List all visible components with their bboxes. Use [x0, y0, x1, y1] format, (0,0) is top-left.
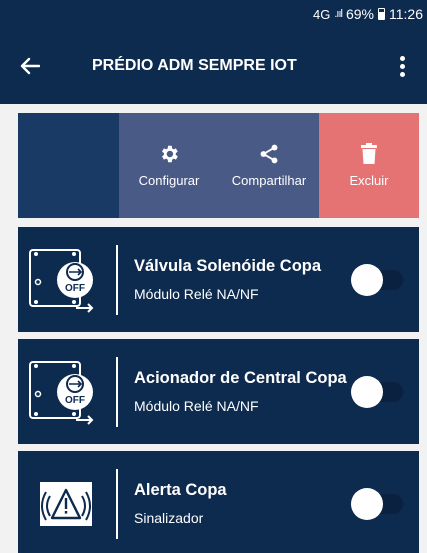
dot-icon [399, 71, 405, 77]
svg-text:OFF: OFF [65, 283, 85, 294]
device-type: Módulo Relé NA/NF [134, 398, 259, 414]
dot-icon [399, 63, 405, 69]
device-type: Módulo Relé NA/NF [134, 286, 259, 302]
toggle-knob [351, 375, 383, 408]
device-card[interactable]: Alerta Copa Sinalizador [18, 451, 419, 553]
device-card[interactable]: OFF Válvula Solenóide Copa Módulo Relé N… [18, 227, 419, 332]
toggle-knob [351, 263, 383, 296]
configure-label: Configurar [138, 173, 200, 188]
page-title: PRÉDIO ADM SEMPRE IOT [92, 57, 297, 74]
dot-icon [399, 55, 405, 61]
swipe-action-row: Configurar Compartilhar Excluir [18, 113, 419, 218]
share-icon [260, 144, 278, 164]
svg-text:OFF: OFF [65, 395, 85, 406]
gear-icon [162, 145, 178, 163]
configure-button[interactable]: Configurar [119, 113, 219, 218]
alarm-signal-icon [18, 459, 114, 549]
network-type: 4G [313, 6, 331, 22]
battery-percent: 69% [345, 6, 374, 22]
card-remainder [18, 113, 119, 218]
relay-module-icon: OFF [18, 347, 114, 437]
trash-icon [361, 143, 377, 164]
relay-module-icon: OFF [18, 235, 114, 325]
delete-button[interactable]: Excluir [319, 113, 419, 218]
arrow-left-icon [20, 57, 40, 75]
clock: 11:26 [389, 6, 423, 22]
device-name: Alerta Copa [134, 481, 227, 499]
delete-label: Excluir [349, 173, 389, 188]
device-name: Acionador de Central Copa [134, 369, 347, 387]
share-label: Compartilhar [231, 173, 307, 188]
battery-icon [378, 8, 385, 20]
device-name: Válvula Solenóide Copa [134, 257, 322, 275]
device-toggle[interactable] [351, 260, 407, 300]
status-bar: 4G .ııl 69% 11:26 [0, 0, 427, 28]
signal-icon: .ııl [334, 8, 343, 20]
share-button[interactable]: Compartilhar [219, 113, 319, 218]
device-toggle[interactable] [351, 484, 407, 524]
device-card[interactable]: OFF Acionador de Central Copa Módulo Rel… [18, 339, 419, 444]
app-bar: PRÉDIO ADM SEMPRE IOT [0, 28, 427, 104]
device-type: Sinalizador [134, 510, 204, 526]
overflow-menu-button[interactable] [387, 46, 417, 86]
device-toggle[interactable] [351, 372, 407, 412]
toggle-knob [351, 487, 383, 520]
back-button[interactable] [20, 41, 70, 91]
